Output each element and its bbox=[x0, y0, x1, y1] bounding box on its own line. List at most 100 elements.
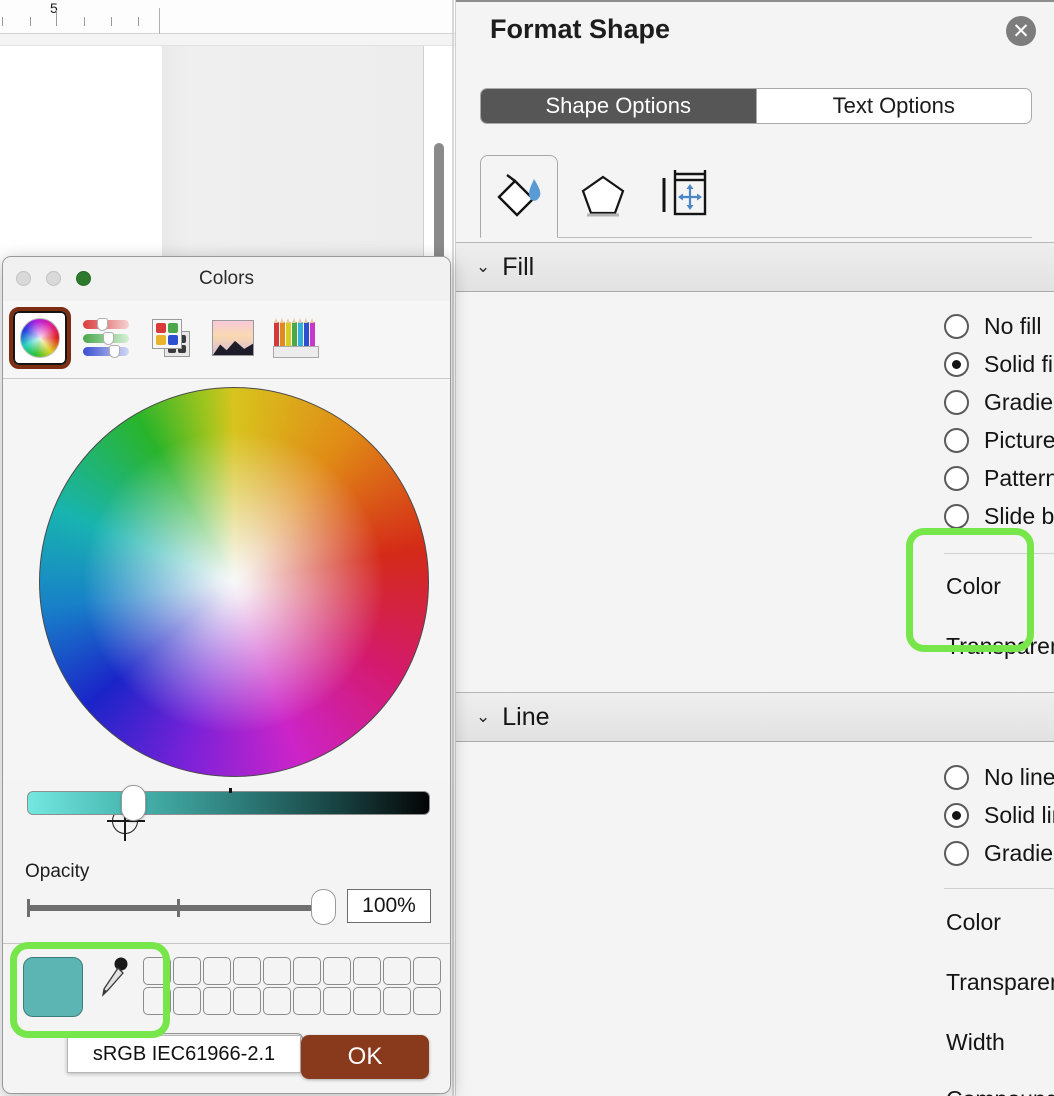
panel-divider bbox=[452, 0, 454, 1096]
colors-mode-toolbar bbox=[3, 301, 450, 379]
radio-picture-or-texture-fill[interactable]: Picture or texture fill bbox=[944, 427, 1054, 454]
mode-color-sliders[interactable] bbox=[75, 307, 137, 369]
tab-text-options[interactable]: Text Options bbox=[756, 89, 1032, 123]
slide-canvas[interactable] bbox=[162, 46, 424, 261]
eyedropper-icon[interactable] bbox=[99, 957, 129, 1001]
opacity-slider-track[interactable] bbox=[27, 905, 327, 911]
tab-shape-options[interactable]: Shape Options bbox=[481, 89, 756, 123]
radio-label: Slide background fill bbox=[984, 503, 1054, 530]
mode-image-palettes[interactable] bbox=[202, 307, 264, 369]
current-color-swatch[interactable] bbox=[23, 957, 83, 1017]
fill-section-title: Fill bbox=[502, 253, 534, 282]
radio-label: Picture or texture fill bbox=[984, 427, 1054, 454]
radio-label: No fill bbox=[984, 313, 1042, 340]
document-scrollbar-thumb[interactable] bbox=[434, 143, 444, 263]
radio-gradient-line[interactable]: Gradient line bbox=[944, 840, 1054, 867]
radio-indicator bbox=[944, 504, 969, 529]
swatch-slot[interactable] bbox=[263, 957, 291, 985]
line-transparency-label: Transparency bbox=[946, 969, 1054, 996]
color-palettes-icon bbox=[152, 319, 190, 357]
line-divider bbox=[944, 888, 1054, 889]
swatch-slot[interactable] bbox=[173, 957, 201, 985]
mode-color-palettes[interactable] bbox=[140, 307, 202, 369]
swatch-slot[interactable] bbox=[143, 987, 171, 1015]
color-wheel-area bbox=[3, 379, 450, 779]
mode-color-wheel[interactable] bbox=[9, 307, 71, 369]
swatch-slot[interactable] bbox=[203, 987, 231, 1015]
radio-indicator bbox=[944, 803, 969, 828]
chevron-down-icon: ⌄ bbox=[476, 707, 490, 727]
radio-solid-fill[interactable]: Solid fill bbox=[944, 351, 1054, 378]
radio-pattern-fill[interactable]: Pattern fill bbox=[944, 465, 1054, 492]
tab-effects[interactable] bbox=[564, 155, 642, 238]
radio-gradient-fill[interactable]: Gradient fill bbox=[944, 389, 1054, 416]
swatch-slot[interactable] bbox=[353, 987, 381, 1015]
swatch-slot[interactable] bbox=[413, 957, 441, 985]
radio-label: Gradient fill bbox=[984, 389, 1054, 416]
line-section-header[interactable]: ⌄ Line bbox=[456, 692, 1054, 742]
swatch-slot[interactable] bbox=[293, 987, 321, 1015]
color-profile-tooltip: sRGB IEC61966-2.1 bbox=[67, 1035, 301, 1073]
color-wheel[interactable] bbox=[39, 387, 429, 777]
radio-indicator bbox=[944, 841, 969, 866]
radio-solid-line[interactable]: Solid line bbox=[944, 802, 1054, 829]
tab-fill-and-line[interactable] bbox=[480, 155, 558, 238]
colors-dialog: Colors bbox=[2, 256, 451, 1094]
brightness-slider-knob[interactable] bbox=[121, 785, 146, 821]
swatch-slot[interactable] bbox=[143, 957, 171, 985]
fill-section-header[interactable]: ⌄ Fill bbox=[456, 242, 1054, 292]
radio-indicator bbox=[944, 390, 969, 415]
radio-indicator bbox=[944, 352, 969, 377]
radio-indicator bbox=[944, 314, 969, 339]
shape-text-tab-group: Shape Options Text Options bbox=[480, 88, 1032, 124]
line-width-label: Width bbox=[946, 1029, 1005, 1056]
swatch-slot[interactable] bbox=[323, 987, 351, 1015]
paint-bucket-icon bbox=[493, 169, 545, 224]
line-color-label: Color bbox=[946, 909, 1001, 936]
swatch-slot[interactable] bbox=[233, 987, 261, 1015]
swatch-slot[interactable] bbox=[353, 957, 381, 985]
opacity-value[interactable]: 100% bbox=[347, 889, 431, 923]
swatch-slot[interactable] bbox=[413, 987, 441, 1015]
swatch-slot[interactable] bbox=[263, 987, 291, 1015]
swatch-slot[interactable] bbox=[323, 957, 351, 985]
colors-dialog-title: Colors bbox=[3, 268, 450, 290]
radio-slide-background-fill[interactable]: Slide background fill bbox=[944, 503, 1054, 530]
ok-button[interactable]: OK bbox=[301, 1035, 429, 1079]
radio-no-line[interactable]: No line bbox=[944, 764, 1054, 791]
swatch-slot[interactable] bbox=[383, 957, 411, 985]
swatch-slot[interactable] bbox=[173, 987, 201, 1015]
page-title: Format Shape bbox=[490, 14, 670, 45]
pentagon-shape-icon bbox=[578, 169, 628, 224]
size-properties-icon bbox=[659, 168, 715, 225]
radio-label: Solid fill bbox=[984, 351, 1054, 378]
tab-size-and-properties[interactable] bbox=[648, 155, 726, 238]
color-wheel-icon bbox=[20, 318, 60, 358]
saved-swatch-grid bbox=[143, 957, 441, 1015]
opacity-label: Opacity bbox=[25, 861, 89, 883]
radio-label: Gradient line bbox=[984, 840, 1054, 867]
icon-tab-group bbox=[480, 155, 1032, 238]
swatch-slot[interactable] bbox=[203, 957, 231, 985]
line-section-title: Line bbox=[502, 703, 549, 732]
fill-divider bbox=[944, 553, 1054, 554]
horizontal-ruler[interactable]: 5 bbox=[0, 0, 456, 34]
image-palette-icon bbox=[212, 320, 254, 356]
line-compound-type-label: Compound type bbox=[946, 1086, 1054, 1096]
ruler-margin-strip bbox=[0, 34, 456, 46]
brightness-slider[interactable] bbox=[27, 791, 430, 815]
close-icon[interactable]: ✕ bbox=[1006, 16, 1036, 46]
opacity-slider-knob[interactable] bbox=[311, 889, 336, 925]
radio-label: No line bbox=[984, 764, 1054, 791]
radio-label: Solid line bbox=[984, 802, 1054, 829]
pencils-icon bbox=[273, 318, 319, 358]
swatch-slot[interactable] bbox=[233, 957, 261, 985]
chevron-down-icon: ⌄ bbox=[476, 257, 490, 277]
radio-indicator bbox=[944, 765, 969, 790]
radio-no-fill[interactable]: No fill bbox=[944, 313, 1042, 340]
colors-titlebar[interactable]: Colors bbox=[3, 257, 450, 301]
mode-pencils[interactable] bbox=[265, 307, 327, 369]
swatch-slot[interactable] bbox=[293, 957, 321, 985]
color-sliders-icon bbox=[83, 320, 129, 356]
swatch-slot[interactable] bbox=[383, 987, 411, 1015]
